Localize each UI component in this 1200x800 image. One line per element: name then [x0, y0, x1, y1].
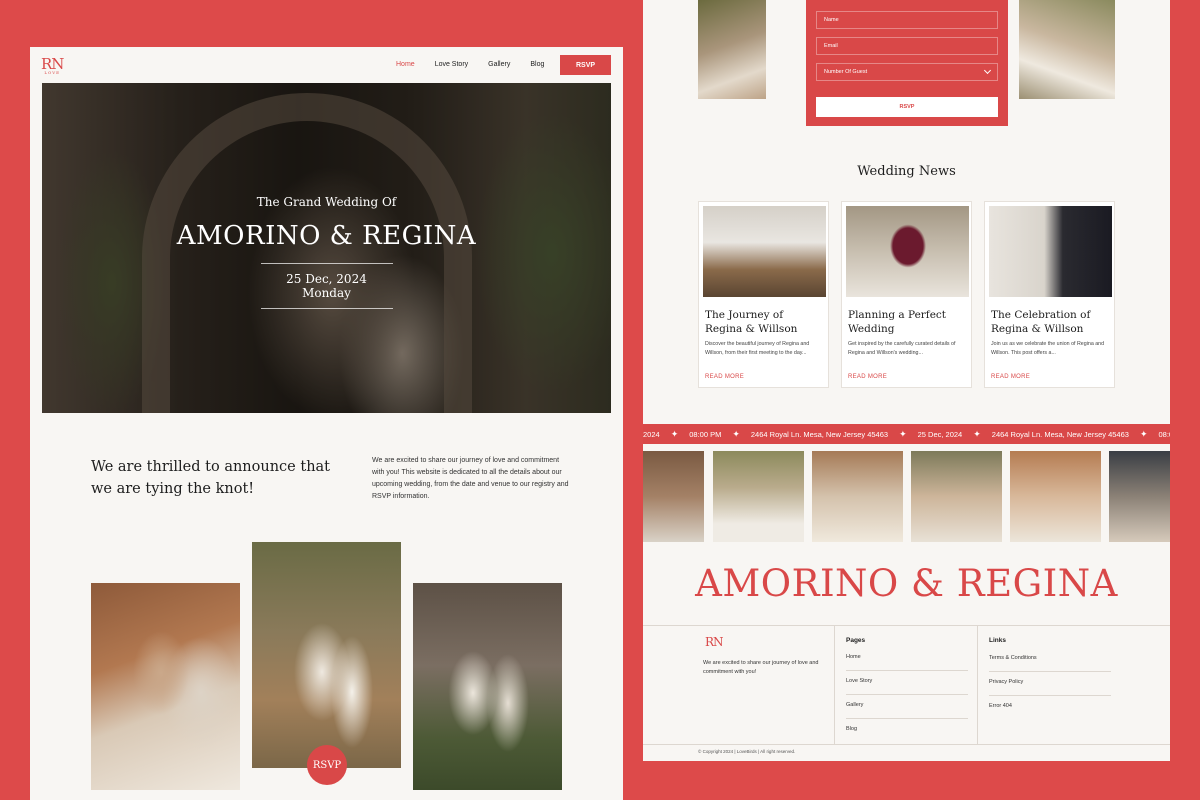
- sparkle-icon: ✦: [1139, 428, 1148, 439]
- footer-pages-title: Pages: [846, 637, 866, 644]
- news-section-title: Wedding News: [857, 164, 956, 179]
- intro-text: We are excited to share our journey of l…: [372, 457, 569, 500]
- name-field[interactable]: Name: [816, 11, 998, 29]
- footer-link-terms[interactable]: Terms & Conditions: [989, 655, 1111, 672]
- rsvp-form: Name Email Number Of Guest RSVP: [806, 0, 1008, 126]
- gallery-strip-photo: [812, 451, 903, 542]
- hero-banner: The Grand Wedding Of AMORINO & REGINA 25…: [42, 83, 611, 413]
- site-logo[interactable]: RN LOVE: [41, 55, 64, 75]
- news-card[interactable]: The Celebration of Regina & Willson Join…: [984, 201, 1115, 388]
- guest-count-select[interactable]: Number Of Guest: [816, 63, 998, 81]
- news-excerpt: Discover the beautiful journey of Regina…: [705, 341, 810, 356]
- sparkle-icon: ✦: [899, 428, 907, 439]
- footer-link-gallery[interactable]: Gallery: [846, 702, 968, 719]
- news-card[interactable]: Planning a Perfect Wedding Get inspired …: [841, 201, 972, 388]
- news-image: [846, 206, 969, 297]
- footer-link-privacy[interactable]: Privacy Policy: [989, 679, 1111, 696]
- footer-link-love-story[interactable]: Love Story: [846, 678, 968, 695]
- footer-logo[interactable]: RN: [705, 635, 724, 649]
- inner-page-preview: Name Email Number Of Guest RSVP Wedding …: [643, 0, 1170, 761]
- ticker-item: 25 Dec, 2024: [917, 429, 963, 439]
- sparkle-icon: ✦: [973, 428, 981, 439]
- sparkle-icon: ✦: [732, 428, 740, 439]
- couple-photo-2: [252, 542, 401, 768]
- footer-divider: [834, 625, 835, 744]
- top-nav: RN LOVE Home Love Story Gallery Blog RSV…: [30, 47, 623, 83]
- footer-about: We are excited to share our journey of l…: [703, 660, 819, 675]
- news-excerpt: Join us as we celebrate the union of Reg…: [991, 341, 1105, 356]
- nav-love-story[interactable]: Love Story: [435, 61, 468, 68]
- gallery-photo-left: [698, 0, 766, 99]
- read-more-link[interactable]: READ MORE: [705, 374, 744, 380]
- home-page-preview: RN LOVE Home Love Story Gallery Blog RSV…: [30, 47, 623, 800]
- couple-photo-3: [413, 583, 562, 790]
- read-more-link[interactable]: READ MORE: [991, 374, 1030, 380]
- footer-divider: [643, 625, 1170, 626]
- ticker-item: 2024: [643, 429, 660, 439]
- copyright-text: © Copyright 2024 | LoveBirds | All right…: [698, 749, 796, 754]
- gallery-strip-photo: [713, 451, 804, 542]
- nav-blog[interactable]: Blog: [530, 61, 544, 68]
- ticker-item: 2464 Royal Ln. Mesa, New Jersey 45463: [750, 429, 889, 439]
- announcement-heading: We are thrilled to announce that we are …: [91, 459, 331, 497]
- footer-divider: [977, 625, 978, 744]
- footer-divider: [643, 744, 1170, 745]
- footer-link-error[interactable]: Error 404: [989, 703, 1111, 719]
- couple-photo-1: [91, 583, 240, 790]
- email-field[interactable]: Email: [816, 37, 998, 55]
- news-title: The Journey of Regina & Willson: [705, 309, 798, 335]
- news-image: [989, 206, 1112, 297]
- gallery-photo-right: [1019, 0, 1115, 99]
- ticker-item: 08:00: [1158, 429, 1171, 439]
- footer-link-blog[interactable]: Blog: [846, 726, 968, 742]
- info-ticker: 2024 ✦ 08:00 PM ✦ 2464 Royal Ln. Mesa, N…: [643, 424, 1170, 444]
- nav-home[interactable]: Home: [396, 61, 415, 68]
- nav-gallery[interactable]: Gallery: [488, 61, 510, 68]
- nav-rsvp-button[interactable]: RSVP: [560, 55, 611, 75]
- footer-link-home[interactable]: Home: [846, 654, 968, 671]
- news-title: Planning a Perfect Wedding: [848, 309, 947, 335]
- hero-subtitle: The Grand Wedding Of: [256, 195, 397, 209]
- couple-names-banner: AMORINO & REGINA: [695, 562, 1118, 605]
- gallery-strip-photo: [1109, 451, 1170, 542]
- rsvp-submit-button[interactable]: RSVP: [816, 97, 998, 117]
- news-card[interactable]: The Journey of Regina & Willson Discover…: [698, 201, 829, 388]
- read-more-link[interactable]: READ MORE: [848, 374, 887, 380]
- news-image: [703, 206, 826, 297]
- hero-date: 25 Dec, 2024 Monday: [260, 263, 393, 309]
- chevron-down-icon: [983, 66, 992, 75]
- hero-title: AMORINO & REGINA: [176, 221, 477, 251]
- gallery-strip-photo: [911, 451, 1002, 542]
- news-title: The Celebration of Regina & Willson: [991, 309, 1091, 335]
- ticker-item: 08:00 PM: [689, 429, 722, 439]
- ticker-item: 2464 Royal Ln. Mesa, New Jersey 45463: [991, 429, 1129, 439]
- rsvp-circle-button[interactable]: RSVP: [307, 745, 347, 785]
- gallery-strip-photo: [643, 451, 704, 542]
- footer-links-title: Links: [989, 637, 1006, 644]
- gallery-strip-photo: [1010, 451, 1101, 542]
- sparkle-icon: ✦: [670, 428, 679, 439]
- news-excerpt: Get inspired by the carefully curated de…: [848, 341, 956, 356]
- nav-links: Home Love Story Gallery Blog: [396, 61, 544, 68]
